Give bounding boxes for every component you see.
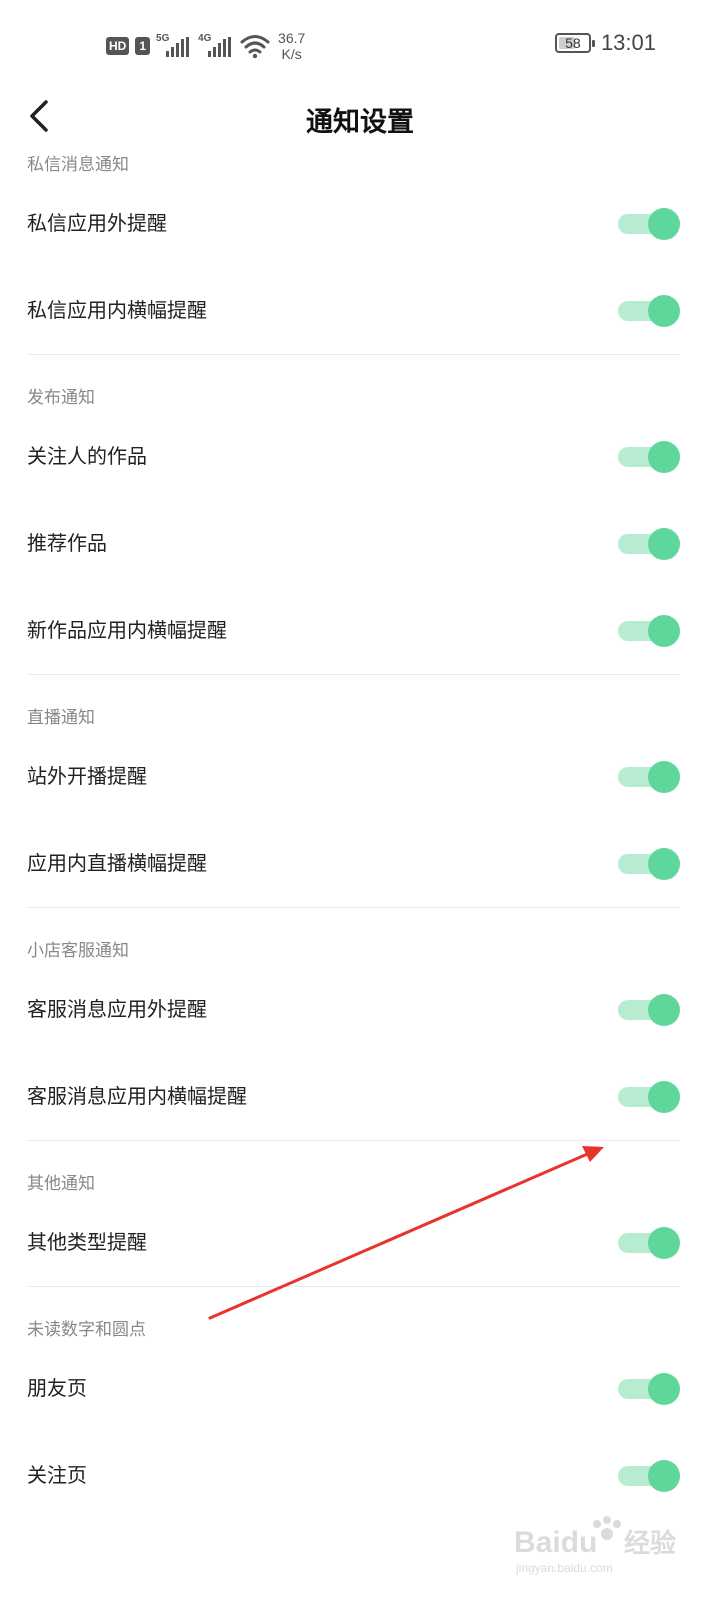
toggle-switch[interactable] <box>618 1460 680 1492</box>
toggle-switch[interactable] <box>618 848 680 880</box>
settings-row-label: 新作品应用内横幅提醒 <box>27 618 227 642</box>
network-speed-value: 36.7 <box>278 30 306 46</box>
toggle-switch[interactable] <box>618 1081 680 1113</box>
settings-section: 未读数字和圆点朋友页关注页 <box>0 1315 720 1519</box>
toggle-knob <box>648 441 680 473</box>
toggle-knob <box>648 1373 680 1405</box>
settings-section: 其他通知其他类型提醒 <box>0 1169 720 1315</box>
settings-row-label: 应用内直播横幅提醒 <box>27 851 207 875</box>
header: 通知设置 <box>0 88 720 148</box>
settings-section: 发布通知关注人的作品 推荐作品新作品应用内横幅提醒 <box>0 383 720 703</box>
status-bar-right: 58 13:01 <box>554 30 656 56</box>
watermark-product: 经验 <box>624 1528 676 1559</box>
settings-row: 站外开播提醒 <box>0 733 720 820</box>
settings-row-label: 客服消息应用内横幅提醒 <box>27 1084 247 1108</box>
settings-row-label: 关注页 <box>27 1463 87 1487</box>
status-time: 13:01 <box>600 30 656 55</box>
section-title: 小店客服通知 <box>27 941 129 961</box>
settings-row-label: 其他类型提醒 <box>27 1230 147 1254</box>
settings-row: 推荐作品 <box>0 500 720 587</box>
settings-list: 私信消息通知私信应用外提醒私信应用内横幅提醒发布通知关注人的作品 推荐作品新作品应… <box>0 150 720 1519</box>
section-title: 私信消息通知 <box>27 155 129 175</box>
toggle-switch[interactable] <box>618 994 680 1026</box>
toggle-knob <box>648 1227 680 1259</box>
settings-row: 关注人的作品 <box>0 413 720 500</box>
page-title: 通知设置 <box>306 107 414 138</box>
battery-level: 58 <box>565 35 581 51</box>
baidu-jingyan-watermark: Baidu 经验 jingyan.baidu.com <box>514 1516 676 1575</box>
settings-row: 客服消息应用内横幅提醒 <box>0 1053 720 1140</box>
settings-row: 私信应用内横幅提醒 <box>0 267 720 354</box>
toggle-knob <box>648 615 680 647</box>
toggle-switch[interactable] <box>618 615 680 647</box>
settings-row: 关注页 <box>0 1432 720 1519</box>
toggle-knob <box>648 528 680 560</box>
toggle-switch[interactable] <box>618 761 680 793</box>
settings-section: 小店客服通知客服消息应用外提醒客服消息应用内横幅提醒 <box>0 936 720 1169</box>
toggle-switch[interactable] <box>618 1373 680 1405</box>
settings-row: 朋友页 <box>0 1345 720 1432</box>
settings-row: 应用内直播横幅提醒 <box>0 820 720 907</box>
section-title: 发布通知 <box>27 388 95 408</box>
settings-section: 私信消息通知私信应用外提醒私信应用内横幅提醒 <box>0 150 720 383</box>
settings-row: 其他类型提醒 <box>0 1199 720 1286</box>
toggle-switch[interactable] <box>618 528 680 560</box>
toggle-switch[interactable] <box>618 441 680 473</box>
settings-row-label: 客服消息应用外提醒 <box>27 997 207 1021</box>
watermark-domain: jingyan.baidu.com <box>515 1561 613 1575</box>
section-title: 直播通知 <box>27 708 95 728</box>
toggle-knob <box>648 1081 680 1113</box>
status-bar-left: HD 1 5G 4G 36.7 K/s <box>106 26 305 66</box>
toggle-switch[interactable] <box>618 208 680 240</box>
network-speed-unit: K/s <box>281 46 302 62</box>
toggle-knob <box>648 994 680 1026</box>
signal-bars-icon: 4G <box>198 33 234 59</box>
settings-row: 私信应用外提醒 <box>0 180 720 267</box>
network-speed: 36.7 K/s <box>278 30 305 62</box>
toggle-knob <box>648 848 680 880</box>
toggle-switch[interactable] <box>618 1227 680 1259</box>
settings-row-label: 站外开播提醒 <box>27 764 147 788</box>
section-title: 其他通知 <box>27 1174 95 1194</box>
settings-row-label: 私信应用内横幅提醒 <box>27 298 207 322</box>
settings-row-label: 私信应用外提醒 <box>27 211 167 235</box>
sim-badge: 1 <box>135 37 151 55</box>
settings-section: 直播通知站外开播提醒应用内直播横幅提醒 <box>0 703 720 936</box>
wifi-icon <box>240 35 270 59</box>
hd-badge: HD <box>106 37 130 55</box>
toggle-switch[interactable] <box>618 295 680 327</box>
toggle-knob <box>648 1460 680 1492</box>
watermark-brand: Baidu <box>514 1526 597 1559</box>
signal-bars-icon: 5G <box>156 33 192 59</box>
settings-row-label: 朋友页 <box>27 1376 87 1400</box>
status-bar: HD 1 5G 4G 36.7 K/s 58 13:01 <box>0 0 720 88</box>
battery-icon: 58 <box>554 33 595 53</box>
settings-row: 新作品应用内横幅提醒 <box>0 587 720 674</box>
settings-row-label: 关注人的作品 <box>27 444 147 468</box>
toggle-knob <box>648 208 680 240</box>
toggle-knob <box>648 295 680 327</box>
toggle-knob <box>648 761 680 793</box>
settings-row-label: 推荐作品 <box>27 531 107 555</box>
settings-row: 客服消息应用外提醒 <box>0 966 720 1053</box>
section-title: 未读数字和圆点 <box>27 1320 146 1340</box>
